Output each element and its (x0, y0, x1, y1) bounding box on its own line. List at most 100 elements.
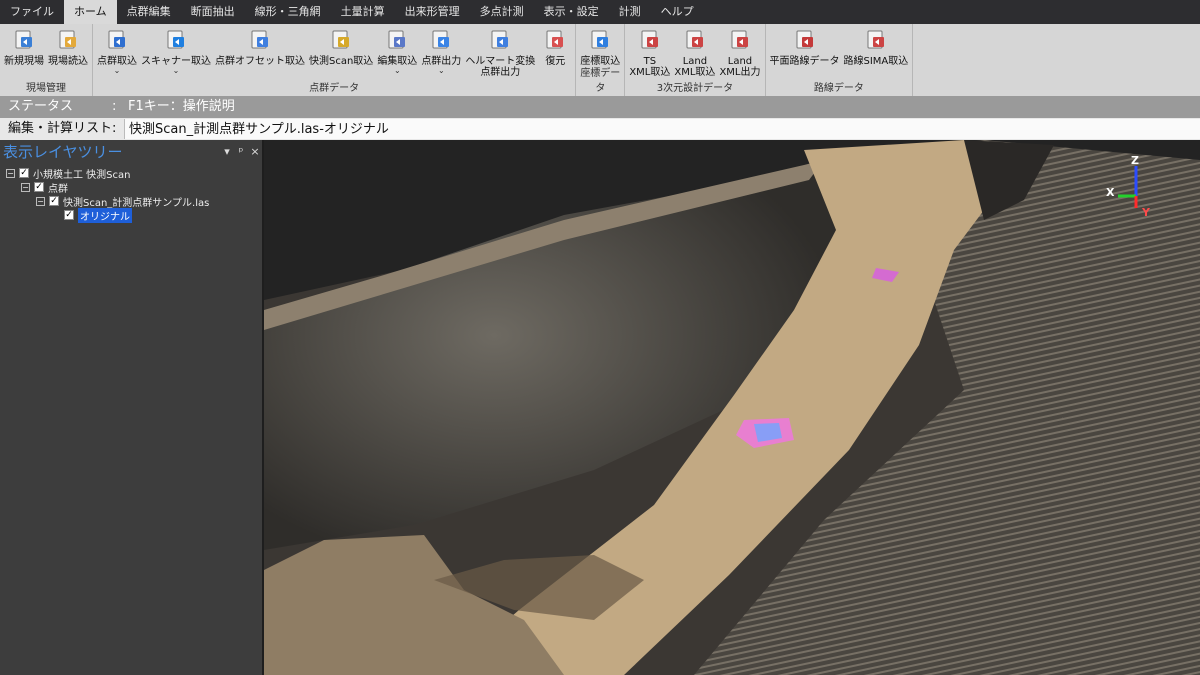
ribbon-group-label: 3次元設計データ (656, 83, 734, 94)
status-separator: : (112, 99, 117, 114)
new-site-icon (15, 30, 32, 49)
layer-tree-item[interactable]: ✓ オリジナル (51, 207, 132, 223)
menu-item[interactable]: 断面抽出 (181, 0, 245, 24)
edit-list-select[interactable]: 快測Scan_計測点群サンプル.las-オリジナル (124, 119, 1200, 139)
edit-import-icon (388, 30, 406, 49)
axis-x-label: X (1106, 186, 1115, 199)
layer-tree-item-label: 快測Scan_計測点群サンプル.las (63, 197, 210, 209)
layer-tree-item-label: 小規模土工 快測Scan (33, 169, 131, 181)
ribbon-group-label: 座標データ (580, 68, 621, 94)
edit-list-label: 編集・計算リスト: (8, 121, 117, 136)
ribbon-button-label: Land XML取込 (674, 56, 716, 78)
3d-point-cloud-viewport[interactable]: Z X Y (264, 140, 1200, 675)
menu-item[interactable]: 計測 (609, 0, 651, 24)
layer-tree-item[interactable]: − ✓ 快測Scan_計測点群サンプル.las (36, 194, 210, 209)
ribbon-button[interactable]: 現場読込 (46, 24, 90, 67)
ribbon-group: 新規現場 現場読込現場管理 (0, 24, 93, 96)
ribbon-button[interactable]: 路線SIMA取込 (842, 24, 911, 67)
ribbon-button[interactable]: 快測Scan取込 (307, 24, 375, 67)
ribbon-button[interactable]: 平面路線データ (768, 24, 842, 67)
ribbon-button[interactable]: ヘルマート変換 点群出力 (463, 24, 537, 78)
ribbon-button[interactable]: スキャナー取込 ⌄ (139, 24, 213, 75)
layer-tree-item[interactable]: − ✓ 小規模土工 快測Scan (6, 166, 131, 181)
ribbon-button[interactable]: 点群出力 ⌄ (419, 24, 463, 75)
ribbon-button-label: 現場読込 (48, 56, 88, 67)
ribbon-button[interactable]: Land XML取込 (672, 24, 717, 78)
status-label: ステータス (8, 99, 74, 114)
chevron-down-icon: ⌄ (437, 66, 445, 75)
ribbon-group: 点群取込 ⌄ スキャナー取込 ⌄ 点群オフセット取込 快測Scan取込 編集取込 ⌄ 点群出力 ⌄… (93, 24, 577, 96)
pin-icon[interactable]: ᵖ (234, 145, 248, 158)
axis-z-label: Z (1131, 154, 1139, 167)
ribbon-button[interactable]: 復元 (537, 24, 573, 67)
ribbon-button-label: 新規現場 (4, 56, 44, 67)
menu-item[interactable]: 線形・三角網 (245, 0, 331, 24)
kaisoku-scan-icon (332, 30, 350, 49)
ribbon-button-label: 路線SIMA取込 (843, 56, 909, 67)
sima-import-icon (867, 30, 884, 49)
ribbon-group: 座標取込 座標データ (576, 24, 626, 96)
menu-item[interactable]: 土量計算 (331, 0, 395, 24)
layer-tree-item-label: 点群 (48, 183, 68, 195)
ribbon-button[interactable]: 点群オフセット取込 (213, 24, 307, 67)
coordinate-import-icon (591, 30, 609, 49)
ribbon-button-label: 平面路線データ (769, 56, 840, 67)
ts-xml-import-icon (641, 30, 658, 49)
layer-visibility-checkbox[interactable]: ✓ (34, 182, 44, 192)
edit-calc-list-bar: 編集・計算リスト: 快測Scan_計測点群サンプル.las-オリジナル (0, 118, 1200, 140)
collapse-toggle-icon[interactable]: − (6, 168, 15, 178)
offset-import-icon (251, 30, 268, 49)
chevron-down-icon: ⌄ (113, 66, 121, 75)
layer-tree-panel: 表示レイヤツリー ▾ ᵖ × − ✓ 小規模土工 快測Scan − ✓ 点群 − ✓ 快測Sca… (0, 140, 264, 675)
layer-panel-header: 表示レイヤツリー ▾ ᵖ × (0, 140, 262, 162)
ribbon-group: 平面路線データ 路線SIMA取込路線データ (766, 24, 914, 96)
ribbon-button[interactable]: 新規現場 (2, 24, 46, 67)
menu-item[interactable]: 出来形管理 (395, 0, 470, 24)
ribbon-group-label: 現場管理 (26, 83, 66, 94)
landxml-export-icon (731, 30, 748, 49)
menu-item[interactable]: 点群編集 (117, 0, 181, 24)
menu-item[interactable]: ホーム (64, 0, 117, 24)
ribbon-button[interactable]: 座標取込 (578, 24, 622, 67)
ribbon-button[interactable]: Land XML出力 (717, 24, 762, 78)
layer-visibility-checkbox[interactable]: ✓ (64, 210, 74, 220)
menu-item[interactable]: ヘルプ (651, 0, 704, 24)
ribbon-toolbar: 新規現場 現場読込 現場管理 点群取込 ⌄ スキャナー取込 ⌄ 点群オフセット取込 快測Scan… (0, 24, 1200, 97)
layer-visibility-checkbox[interactable]: ✓ (19, 168, 29, 178)
menu-item[interactable]: ファイル (0, 0, 64, 24)
menu-item[interactable]: 表示・設定 (534, 0, 609, 24)
chevron-down-icon: ⌄ (172, 66, 180, 75)
dropdown-icon[interactable]: ▾ (220, 145, 234, 158)
ribbon-button[interactable]: TS XML取込 (627, 24, 672, 78)
collapse-toggle-icon[interactable]: − (36, 196, 45, 206)
ribbon-button-label: Land XML出力 (719, 56, 761, 78)
collapse-toggle-icon[interactable]: − (21, 182, 30, 192)
close-icon[interactable]: × (248, 145, 262, 158)
point-cloud-import-icon (108, 30, 125, 49)
ribbon-button-label: ヘルマート変換 点群出力 (465, 56, 536, 78)
ribbon-button-label: 復元 (545, 56, 566, 67)
landxml-import-icon (686, 30, 703, 49)
menu-item[interactable]: 多点計測 (470, 0, 534, 24)
scanner-import-icon (167, 30, 184, 49)
ribbon-button[interactable]: 編集取込 ⌄ (375, 24, 419, 75)
chevron-down-icon: ⌄ (393, 66, 401, 75)
layer-tree-item[interactable]: − ✓ 点群 (21, 180, 68, 195)
layer-visibility-checkbox[interactable]: ✓ (49, 196, 59, 206)
layer-panel-title: 表示レイヤツリー (3, 142, 123, 161)
ribbon-button-label: 点群オフセット取込 (215, 56, 305, 67)
ribbon-group: TS XML取込 Land XML取込 Land XML出力 3次元設計データ (625, 24, 766, 96)
axis-gizmo: Z X Y (1106, 154, 1156, 220)
ribbon-group-label: 路線データ (813, 83, 864, 94)
point-cloud-export-icon (432, 30, 450, 49)
status-text: F1キー：操作説明 (128, 99, 235, 114)
plan-route-icon (796, 30, 813, 49)
helmert-export-icon (491, 30, 509, 49)
status-bar: ステータス : F1キー：操作説明 (0, 96, 1200, 118)
axis-y-label: Y (1142, 206, 1150, 219)
ribbon-button-label: TS XML取込 (629, 56, 671, 78)
folder-open-icon (59, 30, 76, 49)
ribbon-button[interactable]: 点群取込 ⌄ (95, 24, 139, 75)
ribbon-group-label: 点群データ (309, 83, 360, 94)
point-cloud-scene (264, 140, 1200, 675)
